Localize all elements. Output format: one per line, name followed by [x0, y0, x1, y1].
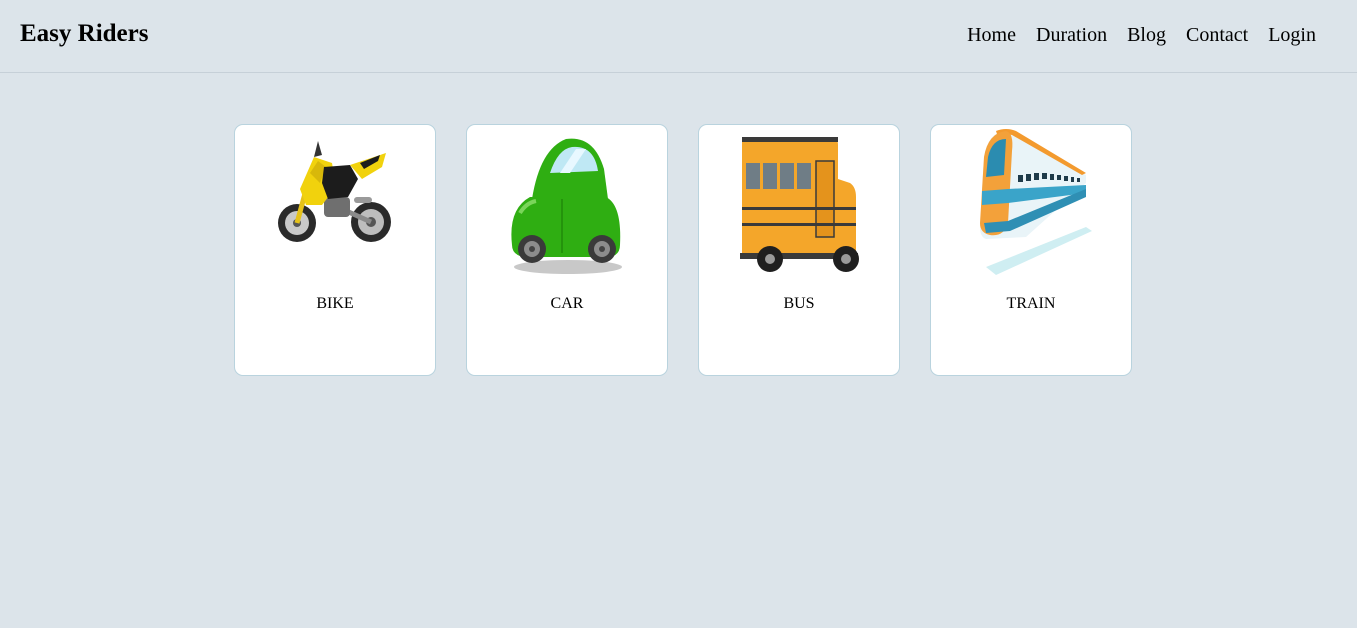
nav-contact-link[interactable]: Contact	[1186, 22, 1248, 48]
vehicle-card-car[interactable]: CAR	[466, 124, 668, 376]
vehicle-label-train: TRAIN	[1006, 295, 1056, 312]
brand-title[interactable]: Easy Riders	[20, 19, 148, 49]
vehicle-card-bus[interactable]: BUS	[698, 124, 900, 376]
motorcycle-icon	[270, 127, 400, 275]
vehicle-label-bike: BIKE	[316, 295, 354, 312]
vehicle-cards: BIKE CAR BUS TRAIN	[234, 124, 1132, 376]
vehicle-label-bus: BUS	[783, 295, 815, 312]
nav-blog-link[interactable]: Blog	[1127, 22, 1166, 48]
vehicle-label-car: CAR	[550, 295, 584, 312]
nav-login-link[interactable]: Login	[1268, 22, 1316, 48]
nav-duration-link[interactable]: Duration	[1036, 22, 1107, 48]
vehicle-card-bike[interactable]: BIKE	[234, 124, 436, 376]
bus-icon	[734, 127, 864, 275]
main-nav: Home Duration Blog Contact Login	[967, 22, 1316, 48]
car-icon	[502, 127, 632, 275]
vehicle-card-train[interactable]: TRAIN	[930, 124, 1132, 376]
top-navbar: Easy Riders Home Duration Blog Contact L…	[0, 0, 1357, 73]
nav-home-link[interactable]: Home	[967, 22, 1016, 48]
train-icon	[966, 127, 1096, 275]
